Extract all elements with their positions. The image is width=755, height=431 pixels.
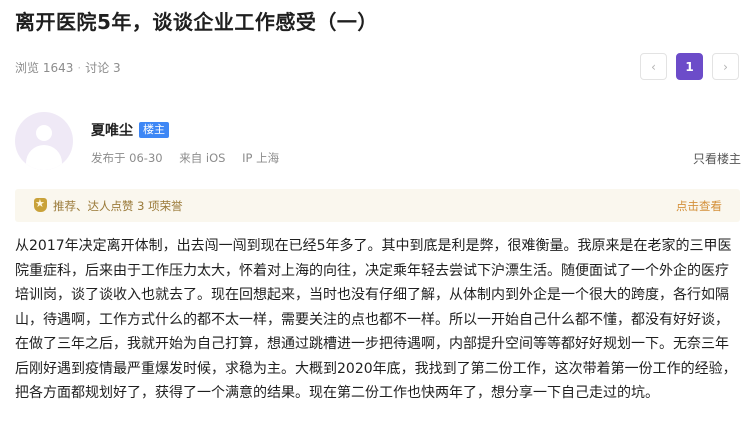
op-badge: 楼主 <box>139 122 169 138</box>
medal-icon <box>34 197 47 212</box>
post-stats: 浏览 1643 · 讨论 3 <box>15 59 121 76</box>
honor-bar: 推荐、达人点赞 3 项荣誉 点击查看 <box>15 189 740 222</box>
honor-text: 推荐、达人点赞 3 项荣誉 <box>53 199 183 213</box>
author-info: 夏唯尘 楼主 <box>91 120 169 140</box>
comment-count[interactable]: 讨论 3 <box>85 61 120 75</box>
author-name[interactable]: 夏唯尘 <box>91 120 133 140</box>
page-1-button[interactable]: 1 <box>676 53 703 80</box>
stats-divider: · <box>77 61 82 75</box>
prev-page-button[interactable]: ‹ <box>640 53 667 80</box>
view-count: 浏览 1643 <box>15 61 74 75</box>
ip-location: IP 上海 <box>242 151 280 165</box>
publish-date: 发布于 06-30 <box>91 151 163 165</box>
only-op-button[interactable]: 只看楼主 <box>693 150 741 167</box>
next-page-button[interactable]: › <box>712 53 739 80</box>
avatar-head-shape <box>36 125 52 141</box>
pagination: ‹ 1 › <box>640 53 739 80</box>
post-content: 从2017年决定离开体制，出去闯一闯到现在已经5年多了。其中到底是利是弊，很难衡… <box>15 238 737 401</box>
chevron-left-icon: ‹ <box>651 59 656 74</box>
post-title: 离开医院5年，谈谈企业工作感受（一） <box>15 10 378 34</box>
post-meta: 发布于 06-30 来自 iOS IP 上海 <box>91 150 292 166</box>
chevron-right-icon: › <box>723 59 728 74</box>
post-source: 来自 iOS <box>179 151 226 165</box>
avatar[interactable] <box>15 112 73 170</box>
avatar-body-shape <box>26 145 62 170</box>
view-honor-link[interactable]: 点击查看 <box>676 198 722 214</box>
